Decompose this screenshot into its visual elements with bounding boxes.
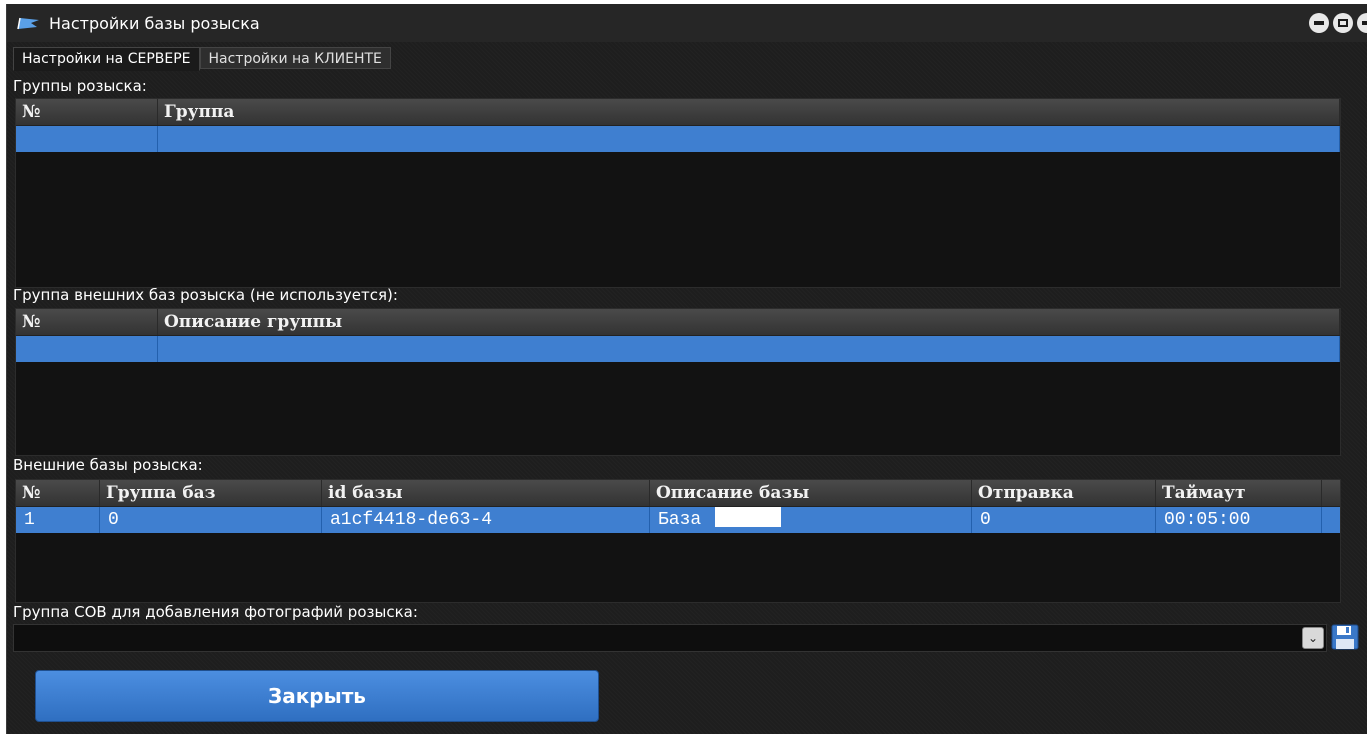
cell-base-id: a1cf4418-de63-4 bbox=[322, 507, 650, 533]
chevron-down-icon[interactable]: ⌄ bbox=[1302, 627, 1324, 649]
close-window-button[interactable] bbox=[1357, 13, 1367, 33]
cell-number bbox=[16, 336, 158, 362]
minimize-button[interactable] bbox=[1309, 13, 1329, 33]
column-header-base-description[interactable]: Описание базы bbox=[650, 480, 972, 506]
cell-timeout: 00:05:00 bbox=[1156, 507, 1322, 533]
table-row[interactable] bbox=[16, 336, 1340, 362]
tab-bar: Настройки на СЕРВЕРЕ Настройки на КЛИЕНТ… bbox=[13, 47, 391, 71]
cell-base-group: 0 bbox=[100, 507, 322, 533]
column-header-timeout[interactable]: Таймаут bbox=[1156, 480, 1322, 506]
external-groups-table: № Описание группы bbox=[15, 308, 1341, 456]
column-header-number[interactable]: № bbox=[16, 99, 158, 125]
restore-button[interactable] bbox=[1333, 13, 1353, 33]
column-header-base-id[interactable]: id базы bbox=[322, 480, 650, 506]
cell-base-description: База bbox=[650, 507, 972, 533]
column-header-number[interactable]: № bbox=[16, 309, 158, 335]
groups-table: № Группа bbox=[15, 98, 1341, 288]
base-description-text: База bbox=[658, 510, 702, 530]
external-bases-table: № Группа баз id базы Описание базы Отпра… bbox=[15, 479, 1341, 603]
photo-group-label: Группа СОВ для добавления фотографий роз… bbox=[13, 603, 418, 621]
external-bases-table-header: № Группа баз id базы Описание базы Отпра… bbox=[16, 480, 1340, 507]
window-title: Настройки базы розыска bbox=[49, 13, 260, 33]
column-header-number[interactable]: № bbox=[16, 480, 100, 506]
column-header-base-group[interactable]: Группа баз bbox=[100, 480, 322, 506]
flag-icon bbox=[17, 17, 39, 30]
cell-group bbox=[158, 126, 1340, 152]
tab-server-settings[interactable]: Настройки на СЕРВЕРЕ bbox=[13, 47, 200, 71]
save-icon[interactable] bbox=[1331, 624, 1359, 650]
table-row[interactable]: 1 0 a1cf4418-de63-4 База 0 00:05:00 bbox=[16, 507, 1340, 533]
tab-client-settings[interactable]: Настройки на КЛИЕНТЕ bbox=[199, 47, 391, 69]
external-groups-table-header: № Описание группы bbox=[16, 309, 1340, 336]
cell-number bbox=[16, 126, 158, 152]
title-bar: Настройки базы розыска bbox=[7, 4, 1367, 42]
external-groups-label: Группа внешних баз розыска (не используе… bbox=[13, 286, 398, 304]
column-header-group[interactable]: Группа bbox=[158, 99, 1340, 125]
photo-group-select[interactable]: ⌄ bbox=[13, 624, 1327, 652]
column-header-send[interactable]: Отправка bbox=[972, 480, 1156, 506]
cell-send: 0 bbox=[972, 507, 1156, 533]
groups-label: Группы розыска: bbox=[13, 77, 147, 95]
table-row[interactable] bbox=[16, 126, 1340, 152]
groups-table-header: № Группа bbox=[16, 99, 1340, 126]
close-button[interactable]: Закрыть bbox=[35, 670, 599, 722]
cell-group-description bbox=[158, 336, 1340, 362]
cell-number: 1 bbox=[16, 507, 100, 533]
external-bases-label: Внешние базы розыска: bbox=[13, 456, 203, 474]
redaction-box bbox=[715, 507, 782, 527]
settings-window: Настройки базы розыска Настройки на СЕРВ… bbox=[6, 4, 1367, 734]
column-header-group-description[interactable]: Описание группы bbox=[158, 309, 1340, 335]
